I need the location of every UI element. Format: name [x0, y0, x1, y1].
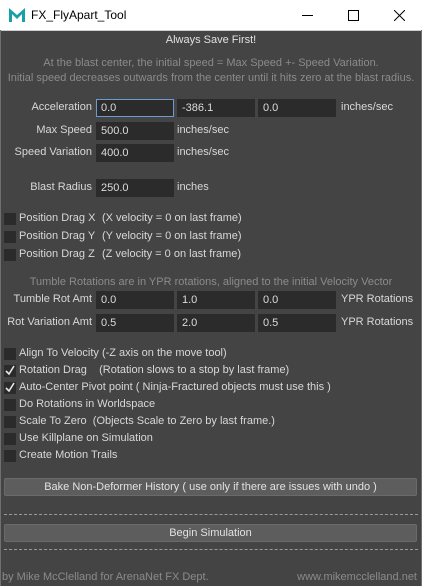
rot-variation-roll-field[interactable]: 0.5: [258, 314, 336, 332]
position-drag-z-note: (Z velocity = 0 on last frame): [102, 248, 242, 260]
blast-radius-field[interactable]: 250.0: [96, 179, 174, 197]
position-drag-y-label: Position Drag Y: [19, 230, 96, 242]
minimize-button[interactable]: [284, 0, 330, 30]
maximize-icon: [347, 9, 359, 21]
bake-history-button[interactable]: Bake Non-Deformer History ( use only if …: [4, 478, 417, 496]
rot-variation-yaw-field[interactable]: 0.5: [96, 314, 174, 332]
acceleration-x-field[interactable]: 0.0: [96, 99, 174, 117]
killplane-label: Use Killplane on Simulation: [19, 432, 153, 444]
info-line-1: At the blast center, the initial speed =…: [43, 57, 379, 69]
rotation-drag-checkbox[interactable]: [4, 365, 16, 377]
website-link[interactable]: www.mikemcclelland.net: [297, 571, 417, 583]
killplane-checkbox[interactable]: [4, 433, 16, 445]
position-drag-x-note: (X velocity = 0 on last frame): [102, 212, 242, 224]
blast-radius-unit: inches: [177, 181, 209, 193]
position-drag-x-label: Position Drag X: [19, 212, 96, 224]
separator: [4, 514, 418, 515]
tumble-rot-amt-roll-field[interactable]: 0.0: [258, 291, 336, 309]
auto-center-pivot-label: Auto-Center Pivot point ( Ninja-Fracture…: [19, 381, 331, 393]
credit-text: by Mike McClelland for ArenaNet FX Dept.: [2, 571, 209, 583]
speed-variation-field[interactable]: 400.0: [96, 144, 174, 162]
begin-simulation-button[interactable]: Begin Simulation: [4, 524, 417, 542]
tumble-rot-amt-yaw-field[interactable]: 0.0: [96, 291, 174, 309]
position-drag-y-note: (Y velocity = 0 on last frame): [102, 230, 242, 242]
acceleration-y-field[interactable]: -386.1: [177, 99, 255, 117]
rot-variation-amt-label: Rot Variation Amt: [7, 316, 92, 328]
separator: [4, 549, 418, 550]
info-line-2: Initial speed decreases outwards from th…: [7, 72, 415, 84]
position-drag-z-checkbox[interactable]: [4, 249, 16, 261]
position-drag-z-label: Position Drag Z: [19, 248, 95, 260]
maximize-button[interactable]: [330, 0, 376, 30]
speed-variation-unit: inches/sec: [177, 146, 229, 158]
tumble-rot-amt-pitch-field[interactable]: 1.0: [177, 291, 255, 309]
tumble-rot-amt-label: Tumble Rot Amt: [13, 293, 92, 305]
checkmark-icon: [5, 365, 15, 376]
worldspace-rotations-label: Do Rotations in Worldspace: [19, 398, 156, 410]
position-drag-x-checkbox[interactable]: [4, 213, 16, 225]
position-drag-y-checkbox[interactable]: [4, 231, 16, 243]
acceleration-z-field[interactable]: 0.0: [258, 99, 336, 117]
align-to-velocity-checkbox[interactable]: [4, 348, 16, 360]
minimize-icon: [301, 14, 313, 16]
auto-center-pivot-checkbox[interactable]: [4, 382, 16, 394]
motion-trails-label: Create Motion Trails: [19, 449, 118, 461]
motion-trails-checkbox[interactable]: [4, 450, 16, 462]
acceleration-label: Acceleration: [31, 101, 92, 113]
tumble-note: Tumble Rotations are in YPR rotations, a…: [29, 276, 393, 288]
max-speed-unit: inches/sec: [177, 124, 229, 136]
close-icon: [393, 9, 405, 21]
max-speed-field[interactable]: 500.0: [96, 122, 174, 140]
align-to-velocity-label: Align To Velocity (-Z axis on the move t…: [19, 347, 227, 359]
scale-to-zero-label: Scale To Zero (Objects Scale to Zero by …: [19, 415, 275, 427]
speed-variation-label: Speed Variation: [14, 146, 92, 158]
rot-variation-amt-unit: YPR Rotations: [341, 316, 414, 328]
blast-radius-label: Blast Radius: [30, 181, 92, 193]
window-title: FX_FlyApart_Tool: [31, 8, 127, 22]
save-warning: Always Save First!: [165, 34, 257, 46]
maya-app-icon: [9, 8, 25, 22]
tumble-rot-amt-unit: YPR Rotations: [341, 293, 414, 305]
window-border-left: [0, 30, 1, 586]
acceleration-unit: inches/sec: [341, 101, 393, 113]
close-button[interactable]: [376, 0, 422, 30]
title-bar: FX_FlyApart_Tool: [0, 0, 422, 31]
max-speed-label: Max Speed: [36, 124, 92, 136]
rot-variation-pitch-field[interactable]: 2.0: [177, 314, 255, 332]
worldspace-rotations-checkbox[interactable]: [4, 399, 16, 411]
checkmark-icon: [5, 382, 15, 393]
rotation-drag-label: Rotation Drag (Rotation slows to a stop …: [19, 364, 290, 376]
scale-to-zero-checkbox[interactable]: [4, 416, 16, 428]
